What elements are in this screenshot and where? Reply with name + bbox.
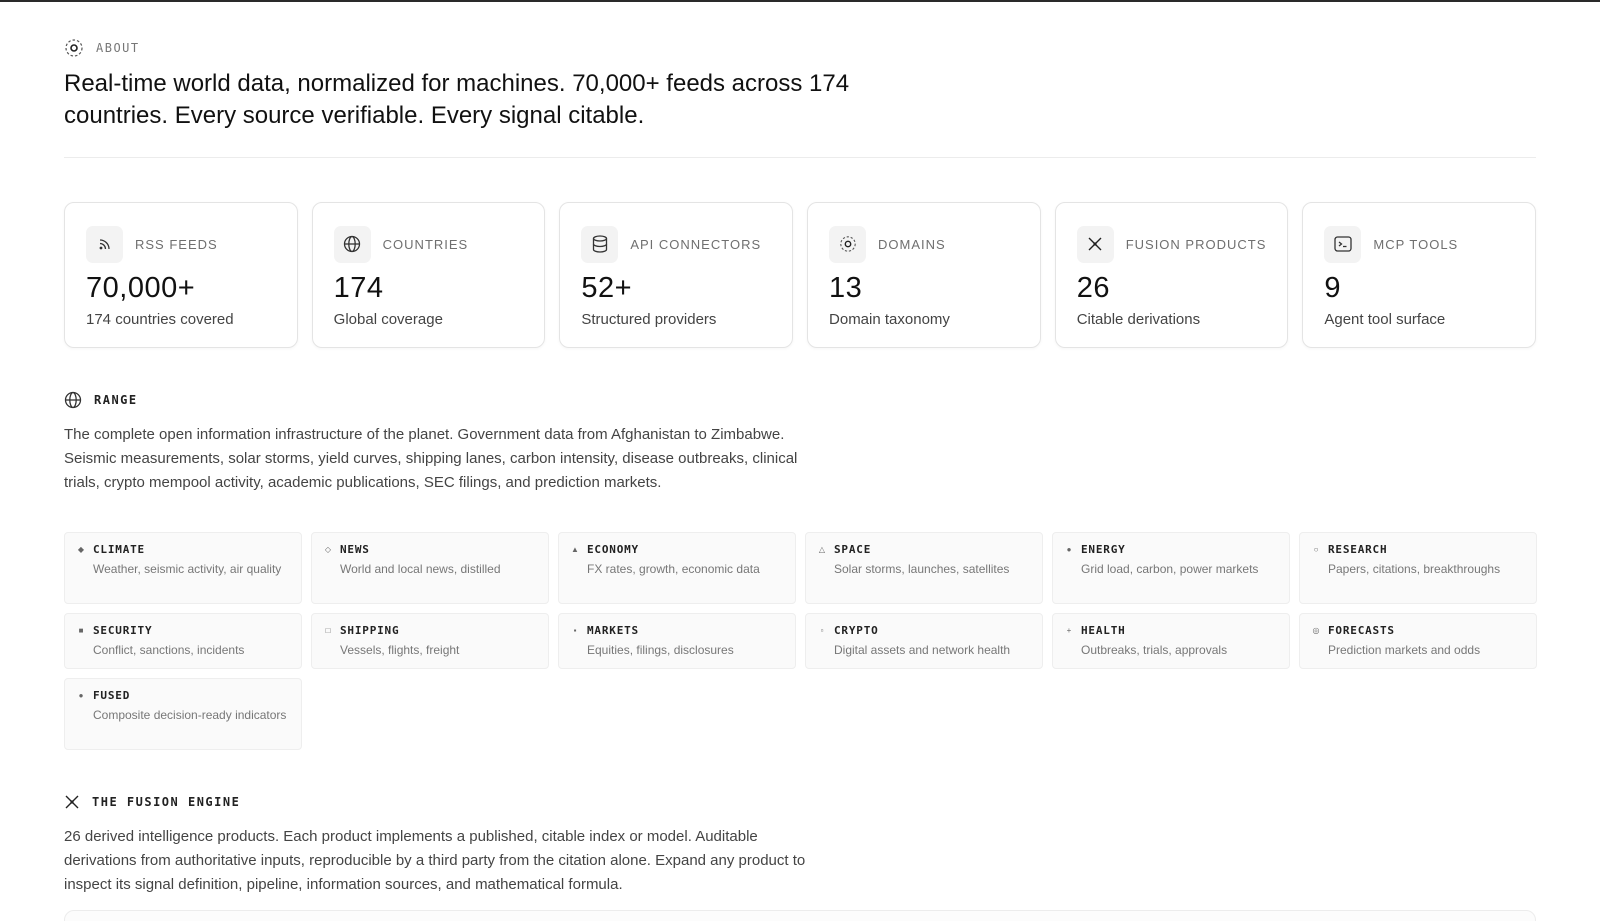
- stat-label: API CONNECTORS: [630, 236, 762, 252]
- fusion-section-label: THE FUSION ENGINE: [64, 794, 240, 810]
- domain-card-forecasts[interactable]: ◎ FORECASTS Prediction markets and odds: [1299, 613, 1537, 669]
- domain-card-economy[interactable]: ▲ ECONOMY FX rates, growth, economic data: [558, 532, 796, 604]
- stat-value: 9: [1324, 272, 1341, 304]
- stat-value: 70,000+: [86, 272, 196, 304]
- about-headline: Real-time world data, normalized for mac…: [64, 70, 850, 129]
- diamond-icon: ◆: [77, 544, 85, 554]
- range-description: The complete open information infrastruc…: [64, 426, 798, 491]
- stat-value: 26: [1076, 272, 1110, 304]
- domain-card-health[interactable]: + HEALTH Outbreaks, trials, approvals: [1052, 613, 1290, 669]
- database-icon: [581, 225, 619, 263]
- domain-name: HEALTH: [1081, 624, 1126, 637]
- stat-card-domains: DOMAINS 13 Domain taxonomy: [807, 202, 1041, 348]
- domain-card-security[interactable]: ■ SECURITY Conflict, sanctions, incidents: [64, 613, 302, 669]
- target-icon: [829, 225, 867, 263]
- domain-name: SPACE: [834, 543, 872, 556]
- fusion-icon: [1076, 225, 1114, 263]
- rss-icon: [86, 225, 123, 263]
- stat-value: 52+: [581, 272, 633, 304]
- fusion-label-text: THE FUSION ENGINE: [92, 795, 241, 809]
- terminal-icon: [1324, 225, 1362, 263]
- stat-value: 174: [333, 272, 384, 304]
- small-square-outline-icon: ▫: [820, 625, 824, 635]
- stat-card-mcp-tools: MCP TOOLS 9 Agent tool surface: [1302, 202, 1537, 348]
- stat-card-fusion-products: FUSION PRODUCTS 26 Citable derivations: [1054, 202, 1289, 348]
- range-label-text: RANGE: [94, 393, 138, 407]
- domain-card-space[interactable]: △ SPACE Solar storms, launches, satellite…: [805, 532, 1043, 604]
- domain-name: FUSED: [93, 689, 131, 702]
- domain-card-markets[interactable]: ▪ MARKETS Equities, filings, disclosures: [558, 613, 796, 669]
- domain-name: SECURITY: [93, 624, 153, 637]
- triangle-outline-icon: △: [818, 544, 826, 554]
- domain-desc: Conflict, sanctions, incidents: [93, 643, 245, 657]
- fusion-products-panel[interactable]: [64, 910, 1536, 921]
- plus-icon: +: [1066, 625, 1072, 635]
- circle-icon: ●: [1066, 544, 1072, 554]
- square-outline-icon: □: [325, 625, 331, 635]
- stat-sub: Structured providers: [581, 311, 717, 328]
- stat-sub: Agent tool surface: [1324, 311, 1446, 328]
- domain-desc: Weather, seismic activity, air quality: [93, 562, 282, 576]
- stat-sub: 174 countries covered: [86, 311, 234, 328]
- domain-name: MARKETS: [587, 624, 639, 637]
- triangle-icon: ▲: [571, 544, 579, 554]
- domain-desc: Equities, filings, disclosures: [587, 643, 734, 657]
- stat-label: DOMAINS: [878, 236, 946, 252]
- divider: [64, 157, 1536, 158]
- domain-desc: Composite decision-ready indicators: [93, 708, 287, 722]
- domain-card-news[interactable]: ◇ NEWS World and local news, distilled: [311, 532, 549, 604]
- domain-name: NEWS: [340, 543, 370, 556]
- domain-desc: Outbreaks, trials, approvals: [1081, 643, 1228, 657]
- domain-card-research[interactable]: ○ RESEARCH Papers, citations, breakthroug…: [1299, 532, 1537, 604]
- stat-sub: Citable derivations: [1076, 311, 1201, 328]
- domain-name: SHIPPING: [340, 624, 400, 637]
- stat-sub: Domain taxonomy: [829, 311, 950, 328]
- domain-card-energy[interactable]: ● ENERGY Grid load, carbon, power markets: [1052, 532, 1290, 604]
- stat-label: MCP TOOLS: [1373, 236, 1459, 252]
- domain-name: ECONOMY: [587, 543, 639, 556]
- range-section-label: RANGE: [64, 391, 138, 409]
- globe-icon: [64, 391, 82, 409]
- bullseye-icon: ◎: [1312, 625, 1320, 635]
- domain-desc: Solar storms, launches, satellites: [834, 562, 1010, 576]
- circle-icon: ●: [78, 690, 84, 700]
- domain-card-shipping[interactable]: □ SHIPPING Vessels, flights, freight: [311, 613, 549, 669]
- stat-card-api-connectors: API CONNECTORS 52+ Structured providers: [559, 202, 794, 348]
- stat-label: FUSION PRODUCTS: [1125, 236, 1267, 252]
- stat-sub: Global coverage: [333, 311, 443, 328]
- domain-name: FORECASTS: [1328, 624, 1395, 637]
- small-square-icon: ▪: [573, 625, 577, 635]
- fusion-icon: [64, 794, 80, 810]
- square-icon: ■: [78, 625, 84, 635]
- fusion-description: 26 derived intelligence products. Each p…: [64, 828, 806, 893]
- domain-name: CRYPTO: [834, 624, 879, 637]
- domain-name: RESEARCH: [1328, 543, 1388, 556]
- domain-grid: ◆ CLIMATE Weather, seismic activity, air …: [64, 532, 1537, 750]
- domain-name: ENERGY: [1081, 543, 1126, 556]
- domain-desc: Papers, citations, breakthroughs: [1328, 562, 1501, 576]
- stats-row: RSS FEEDS 70,000+ 174 countries covered …: [64, 202, 1537, 348]
- domain-card-fused[interactable]: ● FUSED Composite decision-ready indicato…: [64, 678, 302, 750]
- diamond-outline-icon: ◇: [324, 544, 332, 554]
- circle-outline-icon: ○: [1313, 544, 1319, 554]
- about-label-text: ABOUT: [96, 41, 140, 55]
- stat-label: COUNTRIES: [382, 236, 469, 252]
- stat-card-rss-feeds: RSS FEEDS 70,000+ 174 countries covered: [64, 202, 298, 348]
- domain-desc: Grid load, carbon, power markets: [1081, 562, 1259, 576]
- domain-desc: World and local news, distilled: [340, 562, 501, 576]
- domain-desc: Digital assets and network health: [834, 643, 1011, 657]
- domain-desc: Vessels, flights, freight: [340, 643, 460, 657]
- globe-icon: [333, 225, 371, 263]
- domain-card-climate[interactable]: ◆ CLIMATE Weather, seismic activity, air …: [64, 532, 302, 604]
- domain-desc: FX rates, growth, economic data: [587, 562, 760, 576]
- stat-card-countries: COUNTRIES 174 Global coverage: [311, 202, 546, 348]
- domain-name: CLIMATE: [93, 543, 145, 556]
- about-section-label: ABOUT: [64, 38, 140, 58]
- stat-value: 13: [829, 272, 863, 304]
- domain-desc: Prediction markets and odds: [1328, 643, 1481, 657]
- target-icon: [64, 38, 84, 58]
- domain-card-crypto[interactable]: ▫ CRYPTO Digital assets and network healt…: [805, 613, 1043, 669]
- stat-label: RSS FEEDS: [135, 236, 218, 252]
